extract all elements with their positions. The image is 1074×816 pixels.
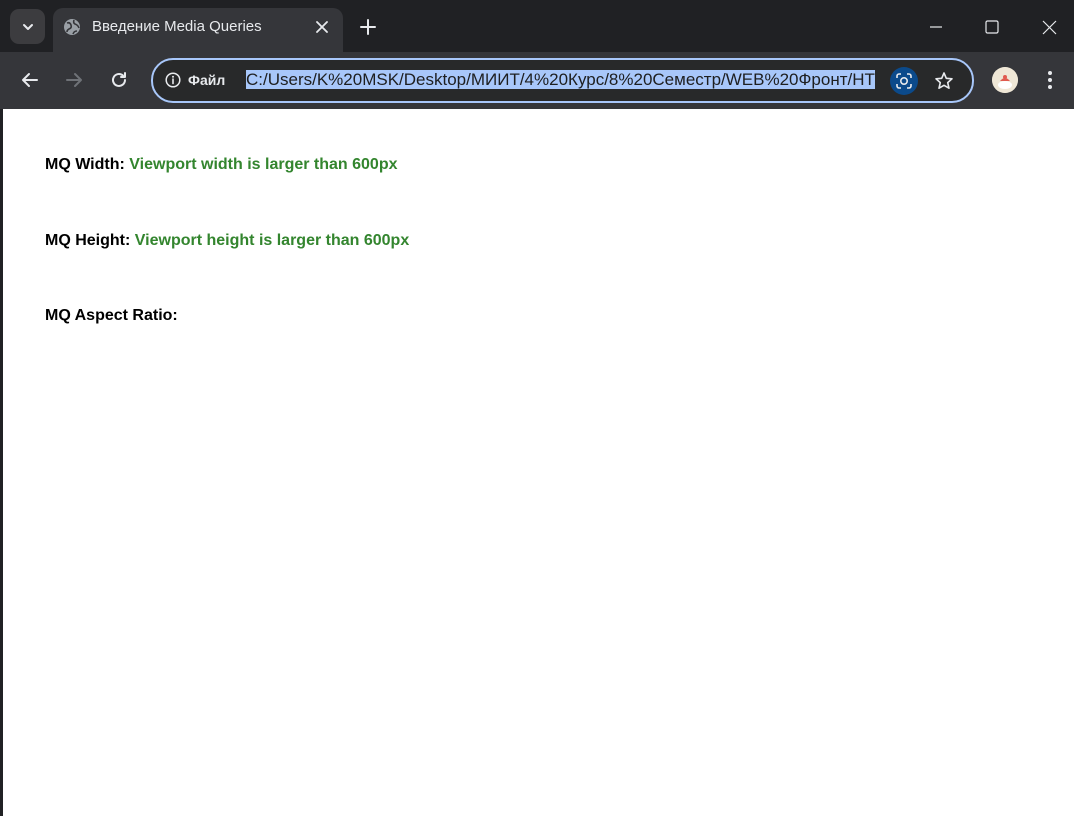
tab-active[interactable]: Введение Media Queries	[53, 8, 343, 52]
mq-width-label: MQ Width:	[45, 156, 125, 173]
google-lens-icon	[896, 73, 912, 89]
site-info-label: Файл	[188, 72, 226, 88]
mq-aspect-ratio-line: MQ Aspect Ratio:	[45, 306, 178, 326]
star-icon	[935, 72, 953, 89]
forward-button[interactable]	[61, 67, 87, 93]
google-lens-button[interactable]	[890, 67, 918, 95]
minimize-icon	[930, 26, 942, 28]
tab-strip: Введение Media Queries	[0, 0, 1074, 52]
close-icon	[1042, 20, 1056, 34]
new-tab-button[interactable]	[355, 14, 381, 40]
browser-window: Введение Media Queries Файл C:/Users/K%2…	[0, 0, 1074, 816]
url-text: C:/Users/K%20MSK/Desktop/МИИТ/4%20Курс/8…	[246, 70, 875, 89]
mq-height-label: MQ Height:	[45, 232, 131, 249]
bookmark-button[interactable]	[931, 68, 957, 94]
profile-button[interactable]	[992, 67, 1018, 93]
chevron-down-icon	[22, 23, 33, 30]
info-icon	[165, 72, 181, 88]
page-viewport: MQ Width: Viewport width is larger than …	[3, 109, 1074, 816]
minimize-button[interactable]	[919, 12, 953, 42]
reload-icon	[112, 72, 126, 87]
avatar-icon	[992, 67, 1018, 93]
url-field[interactable]: C:/Users/K%20MSK/Desktop/МИИТ/4%20Курс/8…	[246, 68, 879, 92]
back-button[interactable]	[17, 67, 43, 93]
close-icon	[316, 21, 328, 33]
mq-width-value: Viewport width is larger than 600px	[129, 156, 398, 173]
mq-width-line: MQ Width: Viewport width is larger than …	[45, 155, 398, 175]
maximize-button[interactable]	[975, 12, 1009, 42]
kebab-menu-icon	[1048, 71, 1052, 89]
maximize-icon	[985, 20, 999, 34]
tab-search-button[interactable]	[10, 9, 45, 44]
mq-height-value: Viewport height is larger than 600px	[134, 232, 410, 249]
toolbar: Файл C:/Users/K%20MSK/Desktop/МИИТ/4%20К…	[0, 52, 1074, 109]
mq-aspect-ratio-label: MQ Aspect Ratio:	[45, 307, 178, 324]
site-info-chip[interactable]: Файл	[165, 71, 225, 89]
window-close-button[interactable]	[1032, 12, 1066, 42]
tab-title: Введение Media Queries	[92, 18, 262, 35]
arrow-left-icon	[22, 73, 38, 87]
globe-icon	[64, 19, 80, 35]
menu-button[interactable]	[1038, 67, 1062, 93]
plus-icon	[360, 19, 376, 35]
tab-close-button[interactable]	[313, 18, 331, 36]
arrow-right-icon	[66, 73, 82, 87]
reload-button[interactable]	[106, 67, 132, 93]
address-bar[interactable]: Файл C:/Users/K%20MSK/Desktop/МИИТ/4%20К…	[151, 58, 974, 103]
mq-height-line: MQ Height: Viewport height is larger tha…	[45, 231, 409, 251]
